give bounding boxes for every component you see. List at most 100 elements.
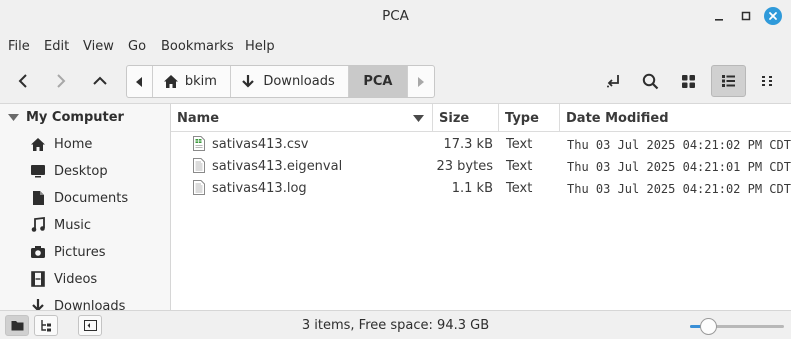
file-list: Name Size Type Date Modified sativas413.… — [171, 104, 791, 310]
file-date-modified: Thu 03 Jul 2025 04:21:01 PM CDT — [567, 160, 791, 174]
menu-file[interactable]: File — [8, 39, 30, 54]
sidebar-item-label: Music — [54, 217, 91, 233]
file-name: sativas413.log — [212, 181, 307, 196]
crumb-home[interactable]: bkim — [153, 66, 232, 97]
toolbar: bkim Downloads PCA — [0, 59, 791, 104]
file-date-modified: Thu 03 Jul 2025 04:21:02 PM CDT — [567, 138, 791, 152]
sidebar-item-pictures[interactable]: Pictures — [30, 244, 105, 260]
sidebar-item-label: Documents — [54, 190, 129, 206]
menu-edit[interactable]: Edit — [44, 39, 69, 54]
file-name: sativas413.eigenval — [212, 159, 343, 174]
file-type: Text — [506, 159, 533, 174]
sidebar-item-label: Desktop — [54, 163, 108, 179]
column-name-header[interactable]: Name — [171, 104, 433, 132]
sidebar-item-music[interactable]: Music — [30, 217, 91, 233]
back-button[interactable] — [6, 66, 39, 96]
list-view-icon — [722, 75, 735, 87]
column-label: Date Modified — [566, 110, 669, 126]
file-size: 1.1 kB — [451, 181, 493, 196]
path-scroll-left-button[interactable] — [127, 66, 153, 97]
location-toggle-button[interactable] — [597, 66, 630, 96]
enter-location-icon — [606, 75, 619, 88]
sidebar: My Computer Home Desktop Documents Music… — [0, 104, 171, 310]
table-row[interactable]: sativas413.eigenval 23 bytes Text Thu 03… — [171, 156, 791, 178]
file-size: 17.3 kB — [443, 137, 493, 152]
triangle-right-icon — [418, 76, 425, 87]
path-scroll-right-button[interactable] — [408, 66, 434, 97]
sidebar-item-label: Home — [54, 136, 93, 152]
documents-icon — [30, 190, 46, 206]
sidebar-item-documents[interactable]: Documents — [30, 190, 128, 206]
download-icon — [242, 74, 255, 88]
forward-arrow-icon — [56, 74, 65, 88]
table-row[interactable]: sativas413.csv 17.3 kB Text Thu 03 Jul 2… — [171, 134, 791, 156]
maximize-icon — [741, 11, 751, 21]
menu-bookmarks[interactable]: Bookmarks — [161, 39, 234, 54]
videos-icon — [30, 271, 46, 287]
icon-view-button[interactable] — [672, 66, 705, 96]
home-icon — [163, 75, 178, 88]
file-type: Text — [506, 137, 533, 152]
menu-view[interactable]: View — [83, 39, 114, 54]
menu-bar: File Edit View Go Bookmarks Help — [0, 33, 791, 59]
sidebar-section-my-computer[interactable]: My Computer — [8, 110, 124, 125]
search-icon — [642, 73, 659, 89]
column-type-header[interactable]: Type — [499, 104, 560, 132]
sidebar-item-desktop[interactable]: Desktop — [30, 163, 108, 179]
spreadsheet-file-icon — [193, 136, 205, 155]
minimize-button[interactable] — [710, 7, 728, 25]
text-file-icon — [193, 180, 205, 199]
crumb-label: PCA — [363, 74, 393, 89]
compact-view-icon — [761, 76, 772, 86]
collapse-triangle-icon — [8, 113, 19, 121]
up-arrow-icon — [92, 76, 107, 85]
sidebar-header-label: My Computer — [26, 110, 124, 125]
forward-button[interactable] — [44, 66, 77, 96]
sidebar-item-videos[interactable]: Videos — [30, 271, 97, 287]
table-row[interactable]: sativas413.log 1.1 kB Text Thu 03 Jul 20… — [171, 178, 791, 200]
crumb-label: bkim — [184, 74, 217, 89]
title-bar: PCA — [0, 0, 791, 33]
column-label: Type — [505, 110, 539, 126]
path-bar: bkim Downloads PCA — [126, 65, 435, 98]
column-label: Name — [177, 110, 220, 126]
menu-go[interactable]: Go — [128, 39, 146, 54]
maximize-button[interactable] — [737, 7, 755, 25]
column-size-header[interactable]: Size — [433, 104, 499, 132]
menu-help[interactable]: Help — [245, 39, 275, 54]
status-text: 3 items, Free space: 94.3 GB — [301, 318, 490, 333]
back-arrow-icon — [18, 74, 27, 88]
list-view-button[interactable] — [711, 65, 746, 97]
sort-descending-icon — [413, 115, 424, 122]
column-date-modified-header[interactable]: Date Modified — [560, 104, 791, 132]
sidebar-item-home[interactable]: Home — [30, 136, 92, 152]
status-bar: 3 items, Free space: 94.3 GB — [0, 310, 791, 339]
zoom-slider[interactable] — [690, 318, 784, 335]
file-size: 23 bytes — [436, 159, 494, 174]
search-button[interactable] — [634, 66, 667, 96]
column-header: Name Size Type Date Modified — [171, 104, 791, 132]
close-button[interactable] — [764, 7, 782, 25]
grid-view-icon — [682, 74, 695, 88]
sidebar-item-label: Downloads — [54, 298, 126, 311]
text-file-icon — [193, 158, 205, 177]
compact-view-button[interactable] — [751, 66, 784, 96]
home-icon — [30, 136, 46, 152]
music-icon — [30, 217, 46, 233]
up-button[interactable] — [83, 66, 116, 96]
file-name: sativas413.csv — [212, 137, 309, 152]
file-type: Text — [506, 181, 533, 196]
sidebar-item-label: Videos — [54, 271, 98, 287]
desktop-icon — [30, 163, 46, 179]
pictures-icon — [30, 244, 46, 260]
downloads-icon — [30, 298, 46, 310]
close-icon — [769, 12, 777, 20]
crumb-downloads[interactable]: Downloads — [231, 66, 349, 97]
sidebar-item-label: Pictures — [54, 244, 106, 260]
column-label: Size — [439, 110, 470, 126]
sidebar-item-downloads[interactable]: Downloads — [30, 298, 125, 310]
crumb-pca[interactable]: PCA — [348, 66, 409, 97]
crumb-label: Downloads — [263, 74, 335, 89]
window-title: PCA — [382, 8, 409, 24]
file-date-modified: Thu 03 Jul 2025 04:21:02 PM CDT — [567, 182, 791, 196]
